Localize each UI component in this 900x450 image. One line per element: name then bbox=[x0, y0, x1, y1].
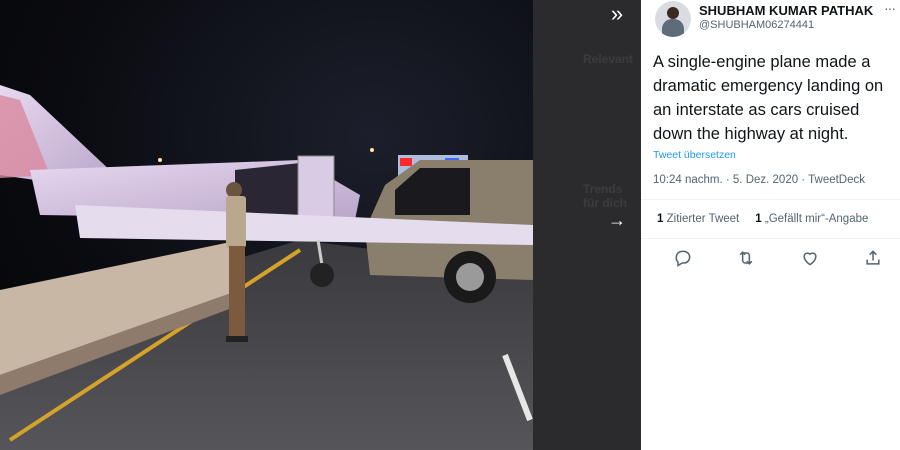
divider bbox=[641, 199, 900, 200]
next-arrow-icon[interactable]: → bbox=[603, 206, 631, 234]
avatar[interactable] bbox=[655, 1, 691, 37]
backdrop-label: Relevant bbox=[583, 52, 634, 66]
tweet-photo[interactable] bbox=[0, 0, 533, 450]
tweet-text: A single-engine plane made a dramatic em… bbox=[653, 53, 884, 143]
tweet-actions bbox=[657, 248, 897, 272]
like-label: „Gefällt mir“-Angabe bbox=[764, 213, 869, 225]
tweet-stats: 1 Zitierter Tweet 1 „Gefällt mir“-Angabe bbox=[657, 213, 868, 225]
like-stat[interactable]: 1 „Gefällt mir“-Angabe bbox=[755, 213, 868, 225]
expand-icon[interactable]: » bbox=[603, 2, 631, 26]
like-count: 1 bbox=[755, 213, 762, 225]
avatar-body bbox=[662, 19, 684, 37]
more-options-icon[interactable]: ··· bbox=[884, 0, 896, 16]
photo-illustration bbox=[0, 85, 533, 450]
user-handle[interactable]: @SHUBHAM06274441 bbox=[699, 19, 814, 31]
reply-icon[interactable] bbox=[673, 248, 697, 272]
like-icon[interactable] bbox=[800, 248, 824, 272]
retweet-icon[interactable] bbox=[736, 248, 760, 272]
quote-tweet-stat[interactable]: 1 Zitierter Tweet bbox=[657, 213, 739, 225]
tweet-timestamp[interactable]: 10:24 nachm. · 5. Dez. 2020 · TweetDeck bbox=[653, 174, 865, 186]
divider bbox=[641, 238, 900, 239]
quote-count: 1 bbox=[657, 213, 664, 225]
translate-link[interactable]: Tweet übersetzen bbox=[653, 149, 736, 161]
display-name[interactable]: SHUBHAM KUMAR PATHAK ... bbox=[699, 3, 874, 18]
avatar-head bbox=[667, 7, 679, 19]
share-icon[interactable] bbox=[863, 248, 887, 272]
quote-label: Zitierter Tweet bbox=[666, 213, 740, 225]
